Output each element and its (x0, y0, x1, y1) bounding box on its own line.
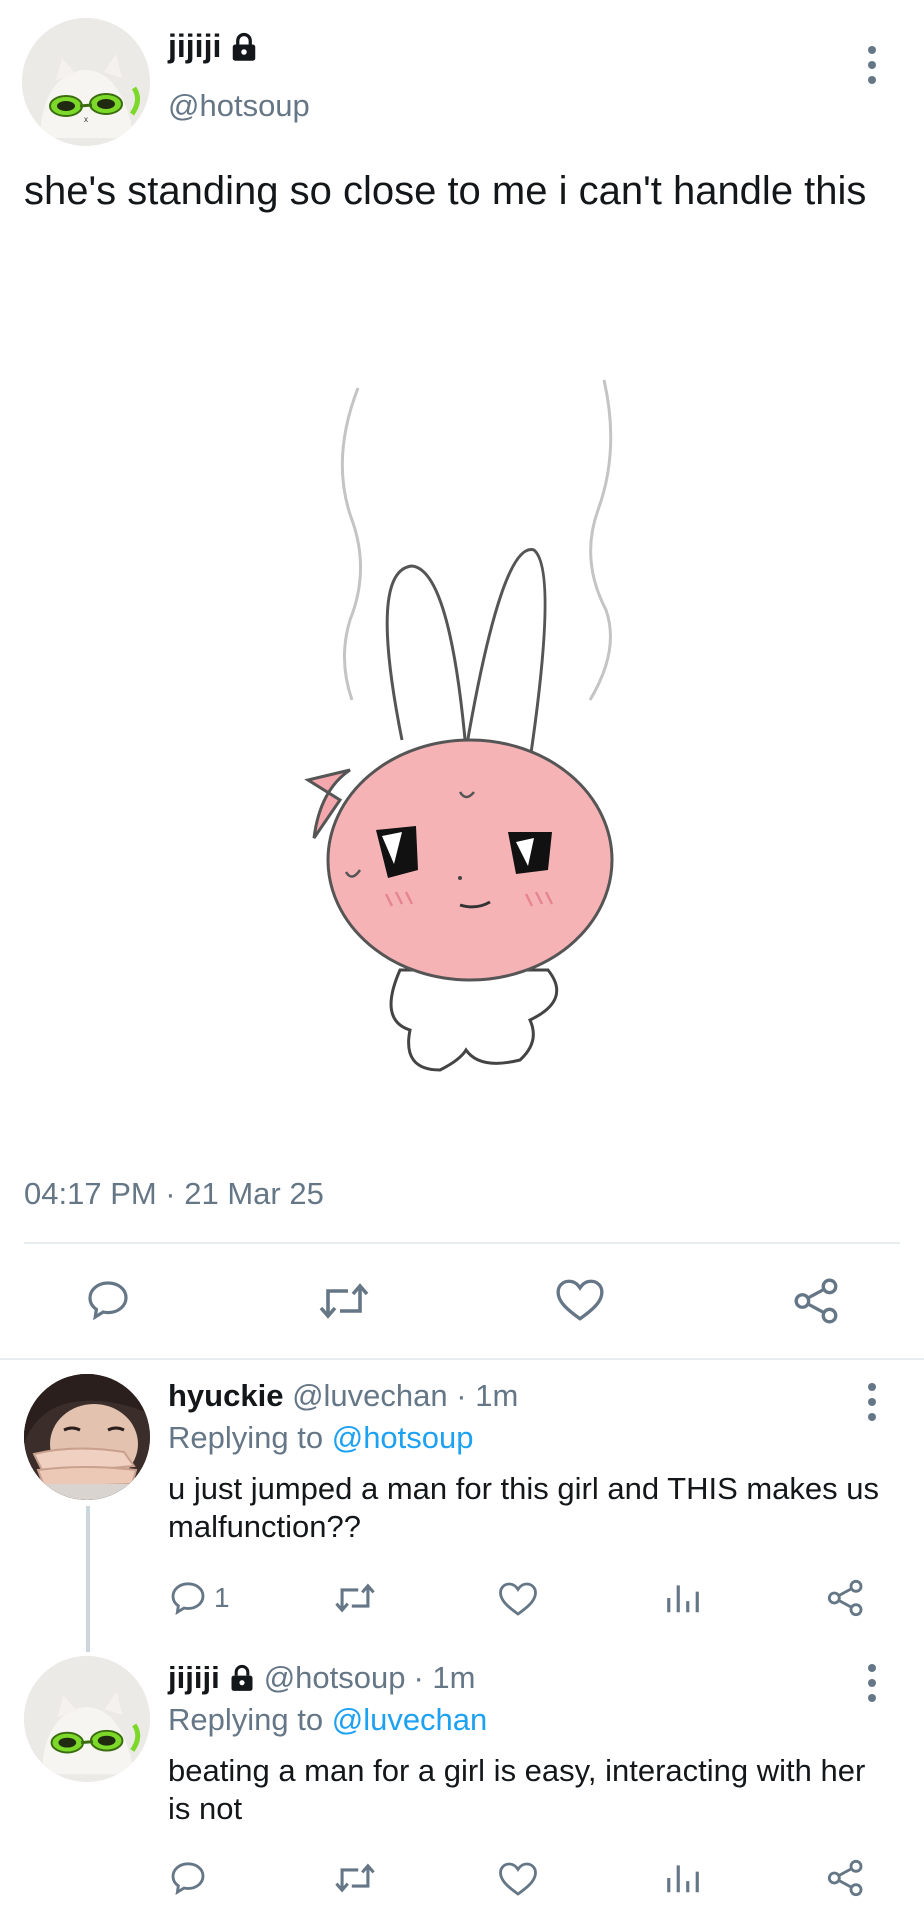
author-handle[interactable]: @hotsoup (168, 88, 310, 124)
heart-icon (499, 1862, 537, 1896)
retweet-button[interactable] (318, 1278, 370, 1324)
retweet-icon (335, 1583, 375, 1613)
replying-to-label: Replying to (168, 1702, 324, 1737)
reply-text: beating a man for a girl is easy, intera… (168, 1753, 866, 1826)
reply-count: 1 (214, 1582, 230, 1613)
reply-author-name[interactable]: jijiji (168, 1660, 220, 1696)
tweet-image[interactable] (290, 370, 650, 1090)
reply-time: · 1m (413, 1660, 476, 1695)
analytics-icon (667, 1865, 699, 1893)
retweet-button[interactable] (334, 1580, 376, 1616)
divider (24, 1242, 900, 1244)
analytics-button[interactable] (664, 1580, 702, 1616)
analytics-icon (667, 1585, 699, 1613)
retweet-icon (335, 1863, 375, 1893)
reply-header: jijiji @hotsoup · 1m (168, 1660, 475, 1696)
reply-avatar[interactable] (24, 1656, 150, 1782)
author-name[interactable]: jijiji (168, 28, 221, 65)
author-name-row: jijiji (168, 28, 259, 65)
retweet-icon (319, 1283, 369, 1319)
like-button[interactable] (555, 1276, 605, 1324)
cat-with-sunglasses-icon (24, 1656, 150, 1782)
comment-icon (88, 1281, 128, 1321)
thread-line (86, 1506, 90, 1652)
share-button[interactable] (826, 1578, 866, 1618)
person-covering-face-icon (24, 1374, 150, 1500)
reply-handle[interactable]: @hotsoup (264, 1660, 406, 1696)
tweet-detail-page: x jijiji @hotsoup she's standing so clos… (0, 0, 924, 1920)
share-icon (827, 1859, 863, 1897)
reply-time: · 1m (456, 1378, 519, 1413)
reply-text: u just jumped a man for this girl and TH… (168, 1471, 880, 1544)
like-button[interactable] (498, 1860, 538, 1898)
reply-author-name[interactable]: hyuckie (168, 1378, 283, 1413)
reply-avatar[interactable] (24, 1374, 150, 1500)
reply-button[interactable] (168, 1858, 208, 1898)
replying-to: Replying to @hotsoup (168, 1420, 474, 1456)
reply-button[interactable]: 1 (168, 1578, 230, 1618)
replying-to-handle[interactable]: @luvechan (332, 1702, 488, 1737)
share-button[interactable] (826, 1858, 866, 1898)
heart-icon (499, 1582, 537, 1616)
more-options-icon[interactable] (866, 46, 878, 84)
reply-button[interactable] (84, 1276, 132, 1324)
heart-icon (556, 1279, 604, 1321)
replying-to-handle[interactable]: @hotsoup (332, 1420, 474, 1455)
retweet-button[interactable] (334, 1860, 376, 1896)
pink-bunny-sticker-icon (304, 379, 614, 1072)
comment-icon (171, 1582, 205, 1616)
cat-with-sunglasses-icon: x (22, 18, 150, 146)
lock-icon (231, 1664, 253, 1691)
replying-to: Replying to @luvechan (168, 1702, 487, 1738)
svg-text:x: x (84, 115, 88, 124)
more-options-icon[interactable] (866, 1383, 878, 1421)
author-avatar[interactable]: x (22, 18, 150, 146)
analytics-button[interactable] (664, 1860, 702, 1896)
comment-icon (171, 1862, 205, 1896)
divider (0, 1358, 924, 1360)
tweet-timestamp: 04:17 PM · 21 Mar 25 (24, 1176, 324, 1211)
share-icon (794, 1278, 838, 1324)
replying-to-label: Replying to (168, 1420, 324, 1455)
share-button[interactable] (792, 1276, 842, 1326)
like-button[interactable] (498, 1580, 538, 1618)
share-icon (827, 1579, 863, 1617)
more-options-icon[interactable] (866, 1664, 878, 1702)
reply-header: hyuckie @luvechan · 1m (168, 1378, 518, 1414)
reply-handle[interactable]: @luvechan (292, 1378, 448, 1413)
lock-icon (233, 32, 256, 61)
tweet-text: she's standing so close to me i can't ha… (24, 169, 867, 213)
